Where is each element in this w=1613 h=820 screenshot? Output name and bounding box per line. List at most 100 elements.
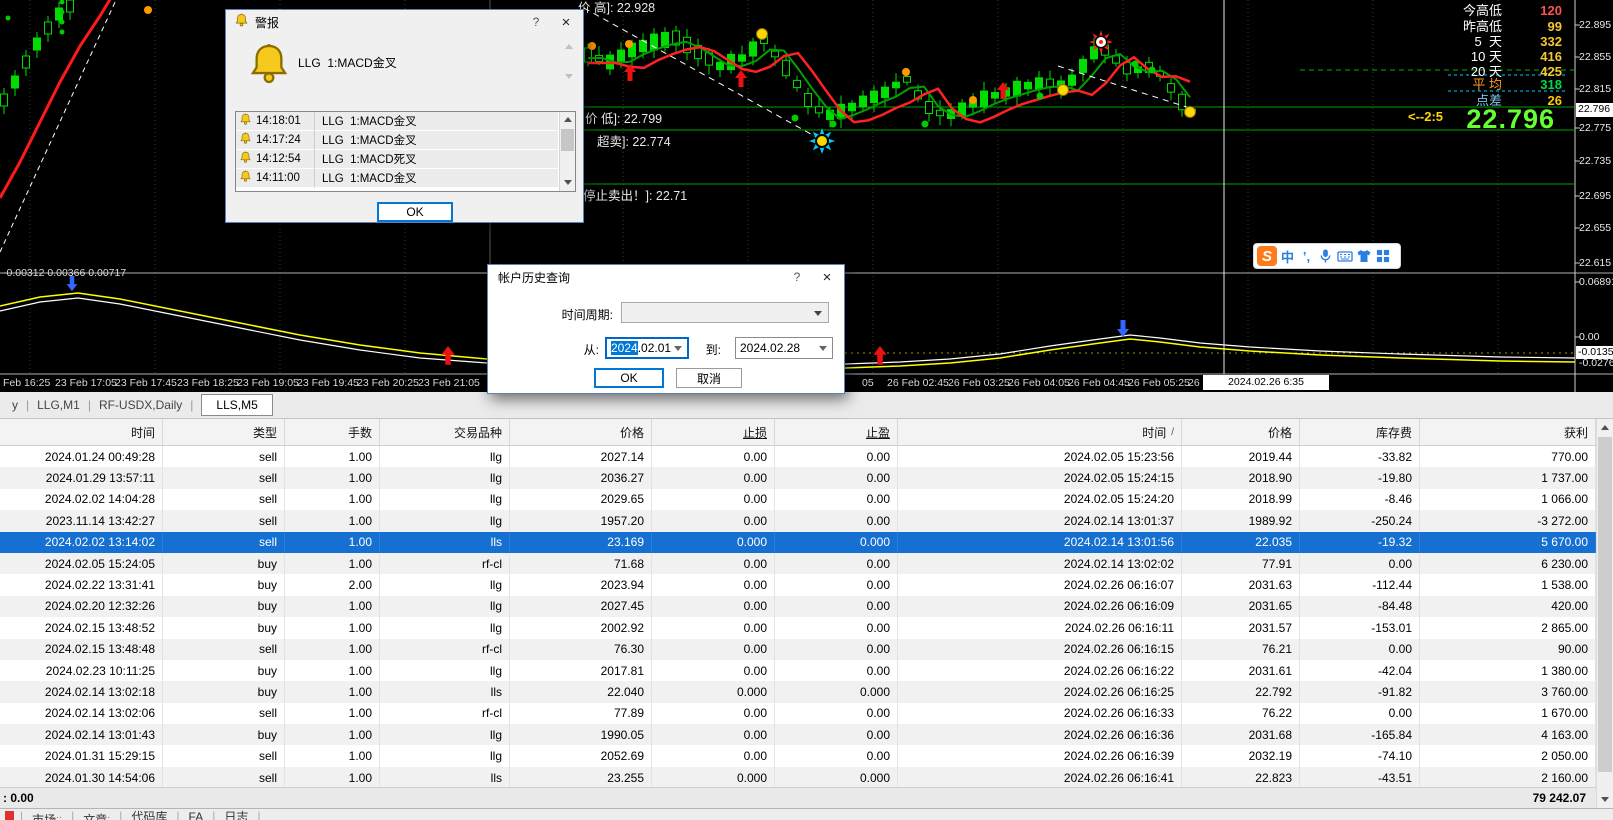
table-row[interactable]: 2023.11.14 13:42:27sell1.00llg1957.200.0… bbox=[0, 510, 1596, 531]
column-header-9[interactable]: 库存费 bbox=[1300, 419, 1420, 445]
cell: 1.00 bbox=[285, 446, 380, 467]
alert-list-scrollbar[interactable] bbox=[559, 112, 575, 191]
chart-tab-lls-m5[interactable]: LLS,M5 bbox=[201, 394, 272, 416]
sogou-logo-icon[interactable]: S bbox=[1257, 246, 1277, 266]
toolbox-icon[interactable] bbox=[1374, 249, 1391, 263]
cell: 0.00 bbox=[1300, 553, 1420, 574]
keyboard-icon[interactable] bbox=[1336, 248, 1353, 264]
table-row[interactable]: 2024.02.14 13:02:18buy1.00lls22.0400.000… bbox=[0, 681, 1596, 702]
chart-tab-llg-m1[interactable]: LLG,M1 bbox=[29, 396, 88, 414]
stat-row: 今高低120 bbox=[1398, 3, 1562, 18]
cell: sell bbox=[163, 446, 285, 467]
alert-list-item[interactable]: 14:12:54LLG 1:MACD死叉 bbox=[236, 150, 558, 169]
column-header-1[interactable]: 类型 bbox=[163, 419, 285, 445]
table-row[interactable]: 2024.01.31 15:29:15sell1.00llg2052.690.0… bbox=[0, 745, 1596, 766]
table-row[interactable]: 2024.02.02 14:04:28sell1.00llg2029.650.0… bbox=[0, 489, 1596, 510]
skin-icon[interactable] bbox=[1355, 248, 1372, 264]
punctuation-icon[interactable]: ’, bbox=[1298, 249, 1315, 264]
cell: rf-cl bbox=[380, 703, 510, 724]
stat-label: 5 天 bbox=[1398, 34, 1502, 49]
cell: 1.00 bbox=[285, 617, 380, 638]
cell: 2024.02.14 13:01:37 bbox=[898, 510, 1182, 531]
message-scroll-up-icon[interactable] bbox=[565, 44, 573, 49]
alert-dialog-titlebar[interactable]: 警报 ? × bbox=[226, 10, 583, 34]
table-row[interactable]: 2024.02.14 13:01:43buy1.00llg1990.050.00… bbox=[0, 724, 1596, 745]
scroll-up-button[interactable] bbox=[1597, 419, 1613, 436]
time-axis-label: 23 Feb 19:45 bbox=[297, 377, 359, 389]
close-button[interactable]: × bbox=[551, 10, 581, 34]
scrollbar-thumb[interactable] bbox=[561, 129, 574, 151]
cell: 0.00 bbox=[775, 574, 898, 595]
column-header-7[interactable]: 时间/ bbox=[898, 419, 1182, 445]
cell: 2024.02.02 14:04:28 bbox=[0, 489, 163, 510]
cell: 2.00 bbox=[285, 574, 380, 595]
time-axis-label: 26 Feb 05:25 bbox=[1128, 377, 1190, 389]
alert-ok-button[interactable]: OK bbox=[377, 202, 453, 222]
cell: lls bbox=[380, 767, 510, 788]
cell: 90.00 bbox=[1420, 639, 1596, 660]
new-badge: ·· bbox=[56, 812, 62, 820]
scroll-down-button[interactable] bbox=[560, 175, 575, 190]
column-header-3[interactable]: 交易品种 bbox=[380, 419, 510, 445]
table-row[interactable]: 2024.01.24 00:49:28sell1.00llg2027.140.0… bbox=[0, 446, 1596, 467]
table-row[interactable]: 2024.02.20 12:32:26buy1.00llg2027.450.00… bbox=[0, 596, 1596, 617]
cell: buy bbox=[163, 574, 285, 595]
alert-list[interactable]: 14:18:01LLG 1:MACD金叉14:17:24LLG 1:MACD金叉… bbox=[235, 111, 576, 192]
table-row[interactable]: 2024.02.15 13:48:48sell1.00rf-cl76.300.0… bbox=[0, 639, 1596, 660]
bottom-tab-4[interactable]: 日志 bbox=[215, 809, 257, 820]
history-ok-button[interactable]: OK bbox=[594, 368, 664, 388]
from-date-field[interactable]: 2024.02.01 bbox=[605, 337, 689, 359]
table-row[interactable]: 2024.02.14 13:02:06sell1.00rf-cl77.890.0… bbox=[0, 703, 1596, 724]
table-scrollbar[interactable] bbox=[1596, 419, 1613, 808]
table-row[interactable]: 2024.02.23 10:11:25buy1.00llg2017.810.00… bbox=[0, 660, 1596, 681]
bottom-tab-1[interactable]: 文章· bbox=[74, 809, 119, 820]
alert-message: LLG 1:MACD金叉 bbox=[298, 54, 397, 71]
cell: 2024.02.14 13:01:43 bbox=[0, 724, 163, 745]
bottom-tab-2[interactable]: 代码库 bbox=[122, 809, 176, 820]
table-row[interactable]: 2024.02.15 13:48:52buy1.00llg2002.920.00… bbox=[0, 617, 1596, 638]
stat-value: 416 bbox=[1502, 49, 1562, 64]
message-scroll-down-icon[interactable] bbox=[565, 74, 573, 79]
ime-toolbar[interactable]: S中’, bbox=[1253, 243, 1401, 269]
help-button[interactable]: ? bbox=[782, 265, 812, 289]
cell: 0.000 bbox=[652, 767, 775, 788]
history-cancel-button[interactable]: 取消 bbox=[676, 368, 742, 388]
bottom-tab-0[interactable]: 市场·· bbox=[23, 809, 71, 820]
cell: 1.00 bbox=[285, 724, 380, 745]
microphone-icon[interactable] bbox=[1317, 248, 1334, 264]
table-row[interactable]: 2024.02.22 13:31:41buy2.00llg2023.940.00… bbox=[0, 574, 1596, 595]
scrollbar-thumb[interactable] bbox=[1598, 437, 1612, 772]
chart-tab-rf-usdx-daily[interactable]: RF-USDX,Daily bbox=[91, 396, 190, 414]
cell: 0.00 bbox=[775, 489, 898, 510]
alert-list-item[interactable]: 14:17:24LLG 1:MACD金叉 bbox=[236, 131, 558, 150]
column-header-10[interactable]: 获利 bbox=[1420, 419, 1596, 445]
to-date-field[interactable]: 2024.02.28 bbox=[735, 337, 833, 359]
history-dialog-titlebar[interactable]: 帐户历史查询 ? × bbox=[488, 265, 844, 289]
table-row[interactable]: 2024.02.05 15:24:05buy1.00rf-cl71.680.00… bbox=[0, 553, 1596, 574]
history-query-dialog[interactable]: 帐户历史查询 ? × 时间周期: 从: 2024.02.01 到: 2024.0… bbox=[487, 264, 845, 394]
column-header-0[interactable]: 时间 bbox=[0, 419, 163, 445]
cell: 1.00 bbox=[285, 745, 380, 766]
scroll-down-button[interactable] bbox=[1597, 791, 1613, 808]
bell-icon bbox=[239, 170, 252, 186]
column-header-8[interactable]: 价格 bbox=[1182, 419, 1300, 445]
chart-tab-y[interactable]: y bbox=[4, 396, 26, 414]
column-header-5[interactable]: 止损 bbox=[652, 419, 775, 445]
alert-list-item[interactable]: 14:11:00LLG 1:MACD金叉 bbox=[236, 169, 558, 188]
close-button[interactable]: × bbox=[812, 265, 842, 289]
alert-list-item[interactable]: 14:18:01LLG 1:MACD金叉 bbox=[236, 112, 558, 131]
bottom-tab-3[interactable]: FA bbox=[180, 809, 213, 820]
cell: 2029.65 bbox=[510, 489, 652, 510]
scroll-up-button[interactable] bbox=[560, 112, 575, 127]
chinese-mode-icon[interactable]: 中 bbox=[1279, 247, 1296, 266]
help-button[interactable]: ? bbox=[521, 10, 551, 34]
cell: 22.040 bbox=[510, 681, 652, 702]
column-header-2[interactable]: 手数 bbox=[285, 419, 380, 445]
column-header-6[interactable]: 止盈 bbox=[775, 419, 898, 445]
alert-dialog[interactable]: 警报 ? × LLG 1:MACD金叉 14:18:01LLG 1:MACD金叉… bbox=[225, 9, 584, 223]
table-row[interactable]: 2024.01.30 14:54:06sell1.00lls23.2550.00… bbox=[0, 767, 1596, 788]
table-row[interactable]: 2024.02.02 13:14:02sell1.00lls23.1690.00… bbox=[0, 532, 1596, 553]
column-header-4[interactable]: 价格 bbox=[510, 419, 652, 445]
period-select[interactable] bbox=[621, 302, 829, 323]
table-row[interactable]: 2024.01.29 13:57:11sell1.00llg2036.270.0… bbox=[0, 467, 1596, 488]
